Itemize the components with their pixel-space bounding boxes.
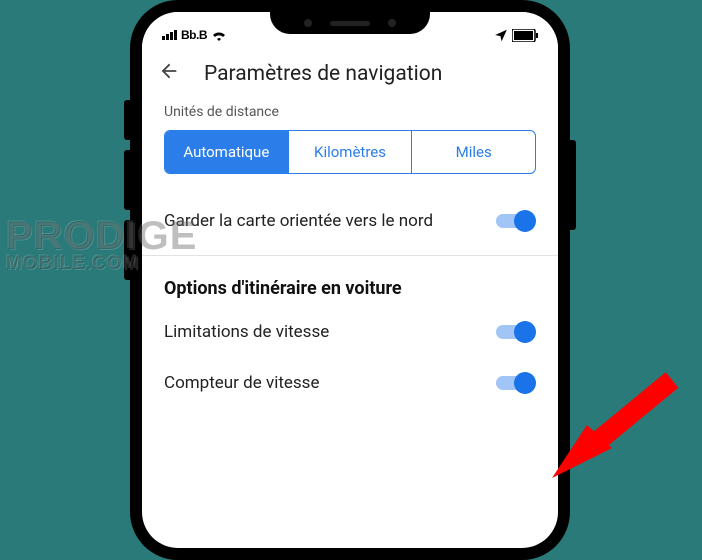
phone-frame: Bb.B Paramètres de navigation Unités de … bbox=[130, 0, 570, 560]
back-arrow-icon[interactable] bbox=[158, 60, 180, 88]
carrier-label: Bb.B bbox=[181, 28, 207, 42]
page-title: Paramètres de navigation bbox=[204, 62, 442, 86]
row-speed-limits[interactable]: Limitations de vitesse bbox=[142, 307, 558, 358]
signal-icon bbox=[162, 30, 177, 40]
segment-kilometres[interactable]: Kilomètres bbox=[289, 131, 413, 173]
keep-map-north-toggle[interactable] bbox=[496, 210, 536, 232]
phone-side-button bbox=[124, 150, 130, 210]
speedometer-label: Compteur de vitesse bbox=[164, 372, 319, 395]
phone-screen: Bb.B Paramètres de navigation Unités de … bbox=[142, 12, 558, 548]
status-left: Bb.B bbox=[162, 28, 227, 42]
phone-power-button bbox=[570, 140, 576, 230]
segment-automatique[interactable]: Automatique bbox=[165, 131, 289, 173]
status-right bbox=[494, 28, 538, 42]
location-icon bbox=[494, 28, 508, 42]
phone-side-button bbox=[124, 220, 130, 280]
keep-map-north-label: Garder la carte orientée vers le nord bbox=[164, 210, 433, 233]
wifi-icon bbox=[211, 29, 227, 41]
speed-limits-label: Limitations de vitesse bbox=[164, 321, 329, 344]
speed-limits-toggle[interactable] bbox=[496, 321, 536, 343]
driving-options-title: Options d'itinéraire en voiture bbox=[142, 264, 558, 307]
speedometer-toggle[interactable] bbox=[496, 372, 536, 394]
phone-side-button bbox=[124, 100, 130, 140]
segment-miles[interactable]: Miles bbox=[412, 131, 535, 173]
app-header: Paramètres de navigation bbox=[142, 46, 558, 98]
distance-units-label: Unités de distance bbox=[142, 98, 558, 130]
battery-icon bbox=[512, 29, 538, 42]
distance-units-segmented: Automatique Kilomètres Miles bbox=[164, 130, 536, 174]
phone-notch bbox=[270, 12, 430, 34]
row-keep-map-north[interactable]: Garder la carte orientée vers le nord bbox=[142, 196, 558, 247]
divider bbox=[142, 255, 558, 256]
row-speedometer[interactable]: Compteur de vitesse bbox=[142, 358, 558, 409]
